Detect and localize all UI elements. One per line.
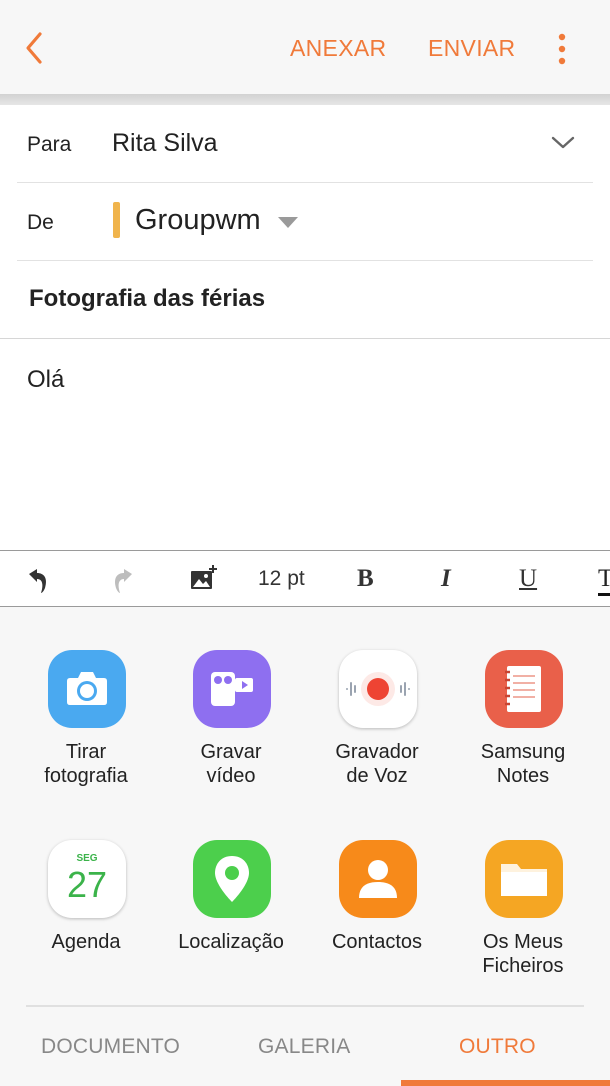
back-arrow-icon[interactable] [18,30,50,66]
format-toolbar: 12 pt B I U T [0,550,610,607]
from-label: De [27,211,54,234]
contacts-icon [339,840,417,918]
divider [0,338,610,339]
tab-gallery[interactable]: GALERIA [258,1035,350,1059]
attach-button[interactable]: ANEXAR [290,35,386,62]
notes-icon [485,650,563,728]
camera-icon [48,650,126,728]
divider [17,260,593,261]
attach-option-samsung-notes[interactable]: Samsung Notes [448,650,598,800]
voice-recorder-icon [339,650,417,728]
app-label: Contactos [331,931,423,953]
attach-option-voice-recorder[interactable]: Gravador de Voz [302,650,452,800]
dropdown-caret-icon[interactable] [276,214,300,230]
to-label: Para [27,133,72,156]
app-label: Agenda [51,931,121,953]
divider [17,182,593,183]
active-tab-indicator [401,1080,610,1086]
underline-button[interactable]: U [519,565,537,593]
attach-option-record-video[interactable]: Gravar vídeo [156,650,306,800]
app-label: Os Meus Ficheiros [482,931,564,977]
top-app-bar: ANEXAR ENVIAR [0,0,610,94]
more-options-icon[interactable] [552,32,572,66]
account-color-marker [113,202,120,238]
folder-icon [485,840,563,918]
calendar-day-name: SEG [76,853,98,864]
video-camera-icon [193,650,271,728]
text-color-button[interactable]: T [598,565,610,593]
attach-option-calendar[interactable]: SEG 27 Agenda [11,840,161,990]
app-label: Localização [178,931,284,953]
bold-button[interactable]: B [357,565,374,593]
app-label: Tirar fotografia [44,741,128,787]
tab-document[interactable]: DOCUMENTO [41,1035,180,1059]
message-body-editor[interactable]: Olá [27,366,64,394]
attach-option-contacts[interactable]: Contactos [302,840,452,990]
tab-other[interactable]: OUTRO [459,1035,536,1059]
chevron-down-icon[interactable] [549,133,577,153]
calendar-icon: SEG 27 [48,840,126,918]
location-pin-icon [193,840,271,918]
text-color-indicator [598,593,610,596]
attach-option-take-photo[interactable]: Tirar fotografia [11,650,161,800]
app-label: Samsung Notes [480,741,566,787]
font-size-selector[interactable]: 12 pt [258,567,305,591]
subject-field[interactable]: Fotografia das férias [29,285,265,313]
app-label: Gravador de Voz [335,741,419,787]
toolbar-shadow [0,94,610,105]
italic-button[interactable]: I [441,565,451,593]
app-label: Gravar vídeo [200,741,262,787]
calendar-day-number: 27 [66,864,108,905]
attach-option-location[interactable]: Localização [156,840,306,990]
insert-image-icon[interactable] [189,563,219,593]
attach-option-my-files[interactable]: Os Meus Ficheiros [448,840,598,990]
undo-icon[interactable] [26,566,52,594]
send-button[interactable]: ENVIAR [428,35,515,62]
from-account-selector[interactable]: Groupwm [135,204,261,237]
redo-icon[interactable] [109,566,135,594]
tab-divider [26,1005,584,1007]
to-recipient-field[interactable]: Rita Silva [112,129,218,158]
